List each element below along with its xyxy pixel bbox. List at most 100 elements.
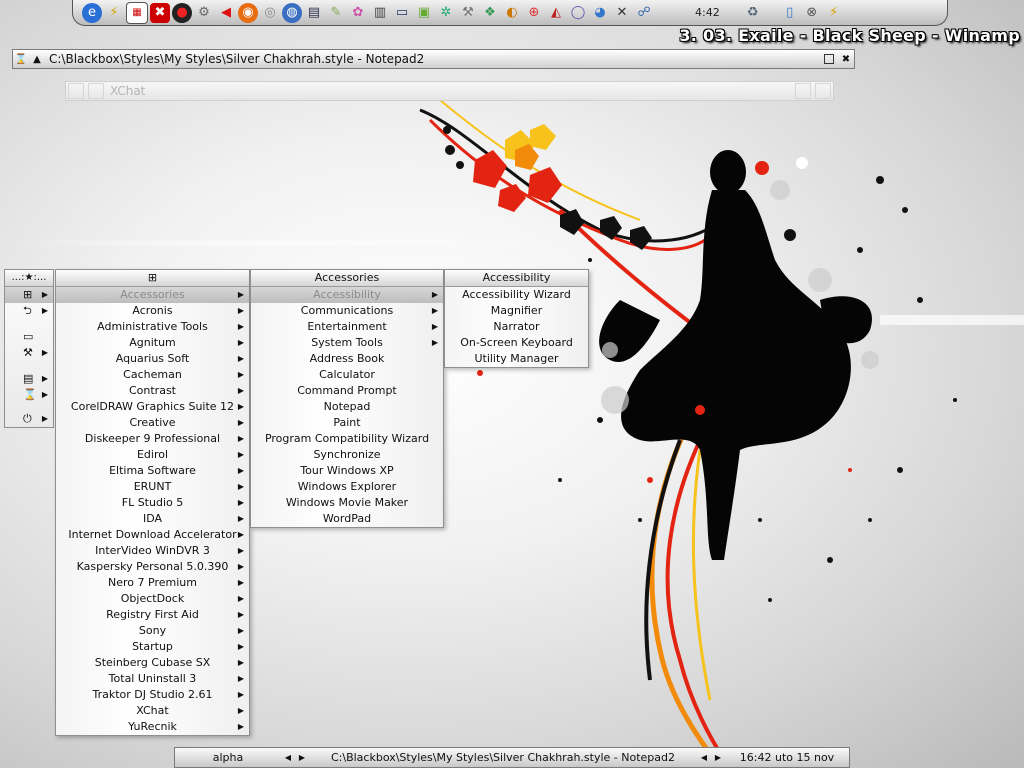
programs-menu-item[interactable]: FL Studio 5 ▶ xyxy=(56,495,249,511)
folder-entry[interactable]: ▭ xyxy=(5,329,53,345)
programs-menu-item[interactable]: Agnitum ▶ xyxy=(56,335,249,351)
accessories-menu-item[interactable]: Address Book xyxy=(251,351,443,367)
accessories-menu-item[interactable]: Windows Movie Maker xyxy=(251,495,443,511)
network-icon[interactable]: ◕ xyxy=(590,3,610,23)
ghost-button-right[interactable] xyxy=(795,83,811,99)
programs-menu-item[interactable]: Diskeeper 9 Professional ▶ xyxy=(56,431,249,447)
accessories-menu-item[interactable]: Tour Windows XP xyxy=(251,463,443,479)
programs-menu-item[interactable]: YuRecnik ▶ xyxy=(56,719,249,735)
accessories-menu-item[interactable]: WordPad xyxy=(251,511,443,527)
accessories-menu-item[interactable]: Notepad xyxy=(251,399,443,415)
taskbar-task[interactable]: C:\Blackbox\Styles\My Styles\Silver Chak… xyxy=(309,751,697,764)
notepad2-titlebar[interactable]: ⌛ ▲ C:\Blackbox\Styles\My Styles\Silver … xyxy=(12,49,855,69)
blackbox-entry[interactable]: ⌛ ▶ xyxy=(5,387,53,403)
chat-icon[interactable]: ☍ xyxy=(634,3,654,23)
programs-menu-item[interactable]: ERUNT ▶ xyxy=(56,479,249,495)
prev-window-icon[interactable]: ◀ xyxy=(697,753,711,762)
accessibility-menu-item[interactable]: Magnifier xyxy=(445,303,588,319)
tools-icon[interactable]: ⚙ xyxy=(194,3,214,23)
close-icon[interactable]: ✖ xyxy=(838,51,854,67)
accessibility-menu-item[interactable]: On-Screen Keyboard xyxy=(445,335,588,351)
accessories-menu-item[interactable]: Paint xyxy=(251,415,443,431)
programs-menu-item[interactable]: Steinberg Cubase SX ▶ xyxy=(56,655,249,671)
programs-menu-item[interactable]: Acronis ▶ xyxy=(56,303,249,319)
ghost-button-left-2[interactable] xyxy=(88,83,104,99)
programs-menu-item[interactable]: Nero 7 Premium ▶ xyxy=(56,575,249,591)
programs-menu-item[interactable]: Startup ▶ xyxy=(56,639,249,655)
workspace-label[interactable]: alpha xyxy=(175,751,281,764)
programs-entry[interactable]: ⊞ ▶ xyxy=(5,287,53,303)
maximize-icon[interactable] xyxy=(824,54,834,64)
programs-menu-item[interactable]: Traktor DJ Studio 2.61 ▶ xyxy=(56,687,249,703)
ghost-button-left[interactable] xyxy=(68,83,84,99)
film-icon[interactable]: ▥ xyxy=(370,3,390,23)
monitor-icon[interactable]: ▭ xyxy=(392,3,412,23)
globe-icon[interactable]: ◐ xyxy=(502,3,522,23)
wrench-icon[interactable]: ⚒ xyxy=(458,3,478,23)
programs-menu-item[interactable]: CorelDRAW Graphics Suite 12 ▶ xyxy=(56,399,249,415)
accessories-menu-item[interactable]: System Tools ▶ xyxy=(251,335,443,351)
accessories-menu-item[interactable]: Command Prompt xyxy=(251,383,443,399)
programs-menu-item[interactable]: Sony ▶ xyxy=(56,623,249,639)
aim-icon[interactable]: ◯ xyxy=(568,3,588,23)
programs-menu-item[interactable]: XChat ▶ xyxy=(56,703,249,719)
lifebuoy-icon[interactable]: ⊕ xyxy=(524,3,544,23)
accessories-menu-item[interactable]: Communications ▶ xyxy=(251,303,443,319)
accessories-menu-item[interactable]: Program Compatibility Wizard xyxy=(251,431,443,447)
programs-menu-item[interactable]: InterVideo WinDVR 3 ▶ xyxy=(56,543,249,559)
apps-icon[interactable]: ❖ xyxy=(480,3,500,23)
close-circle-icon[interactable]: ⊗ xyxy=(802,3,822,23)
disc-icon[interactable]: ◎ xyxy=(260,3,280,23)
programs-menu-item[interactable]: Edirol ▶ xyxy=(56,447,249,463)
paint-icon[interactable]: ✿ xyxy=(348,3,368,23)
programs-menu-item[interactable]: Registry First Aid ▶ xyxy=(56,607,249,623)
shade-icon[interactable]: ▲ xyxy=(29,51,45,67)
programs-menu-item[interactable]: Eltima Software ▶ xyxy=(56,463,249,479)
programs-menu-item[interactable]: ObjectDock ▶ xyxy=(56,591,249,607)
programs-menu-item[interactable]: Total Uninstall 3 ▶ xyxy=(56,671,249,687)
drive-icon[interactable]: ▤ xyxy=(304,3,324,23)
xchat-titlebar[interactable]: XChat xyxy=(65,81,834,101)
flash-icon[interactable]: ⚡ xyxy=(104,3,124,23)
sticky-icon[interactable]: ⌛ xyxy=(13,51,29,67)
programs-menu-item[interactable]: Administrative Tools ▶ xyxy=(56,319,249,335)
windows-entry[interactable]: ▤ ▶ xyxy=(5,371,53,387)
pencil-icon[interactable]: ✎ xyxy=(326,3,346,23)
close-icon[interactable]: ✕ xyxy=(612,3,632,23)
record-icon[interactable]: ● xyxy=(172,2,192,23)
accessibility-menu-item[interactable]: Accessibility Wizard xyxy=(445,287,588,303)
accessories-menu-item[interactable]: Calculator xyxy=(251,367,443,383)
media-icon[interactable]: ◀ xyxy=(216,3,236,23)
firefox-icon[interactable]: ◉ xyxy=(238,2,258,23)
recent-entry[interactable]: ⮌ ▶ xyxy=(5,303,53,319)
shield-icon[interactable]: ◭ xyxy=(546,3,566,23)
programs-menu-item[interactable]: Contrast ▶ xyxy=(56,383,249,399)
prev-workspace-icon[interactable]: ◀ xyxy=(281,753,295,762)
next-workspace-icon[interactable]: ▶ xyxy=(295,753,309,762)
accessibility-menu-item[interactable]: Narrator xyxy=(445,319,588,335)
accessories-menu-item[interactable]: Windows Explorer xyxy=(251,479,443,495)
accessibility-menu-item[interactable]: Utility Manager xyxy=(445,351,588,367)
accessories-menu-item[interactable]: Accessibility ▶ xyxy=(251,287,443,303)
picture-icon[interactable]: ▣ xyxy=(414,3,434,23)
programs-menu-item[interactable]: Aquarius Soft ▶ xyxy=(56,351,249,367)
programs-menu-item[interactable]: Cacheman ▶ xyxy=(56,367,249,383)
programs-menu-item[interactable]: Internet Download Accelerator ▶ xyxy=(56,527,249,543)
gear-icon[interactable]: ✲ xyxy=(436,3,456,23)
programs-menu-item[interactable]: Accessories ▶ xyxy=(56,287,249,303)
bbstyle-icon[interactable]: ✖ xyxy=(150,2,170,23)
calendar-icon[interactable]: ▦ xyxy=(126,1,148,24)
tools-entry[interactable]: ⚒ ▶ xyxy=(5,345,53,361)
accessories-menu-item[interactable]: Synchronize xyxy=(251,447,443,463)
shutdown-entry[interactable]: ⏻ ▶ xyxy=(5,411,53,427)
accessories-menu-item[interactable]: Entertainment ▶ xyxy=(251,319,443,335)
programs-menu-item[interactable]: Kaspersky Personal 5.0.390 ▶ xyxy=(56,559,249,575)
next-window-icon[interactable]: ▶ xyxy=(711,753,725,762)
programs-menu-item[interactable]: Creative ▶ xyxy=(56,415,249,431)
trash-icon[interactable]: ♻ xyxy=(743,3,763,23)
cd-icon[interactable]: ◍ xyxy=(282,2,302,23)
ghost-button-right-2[interactable] xyxy=(815,83,831,99)
programs-menu-item[interactable]: IDA ▶ xyxy=(56,511,249,527)
flash-icon-2[interactable]: ⚡ xyxy=(824,3,844,23)
notepad-icon[interactable]: ▯ xyxy=(780,3,800,23)
